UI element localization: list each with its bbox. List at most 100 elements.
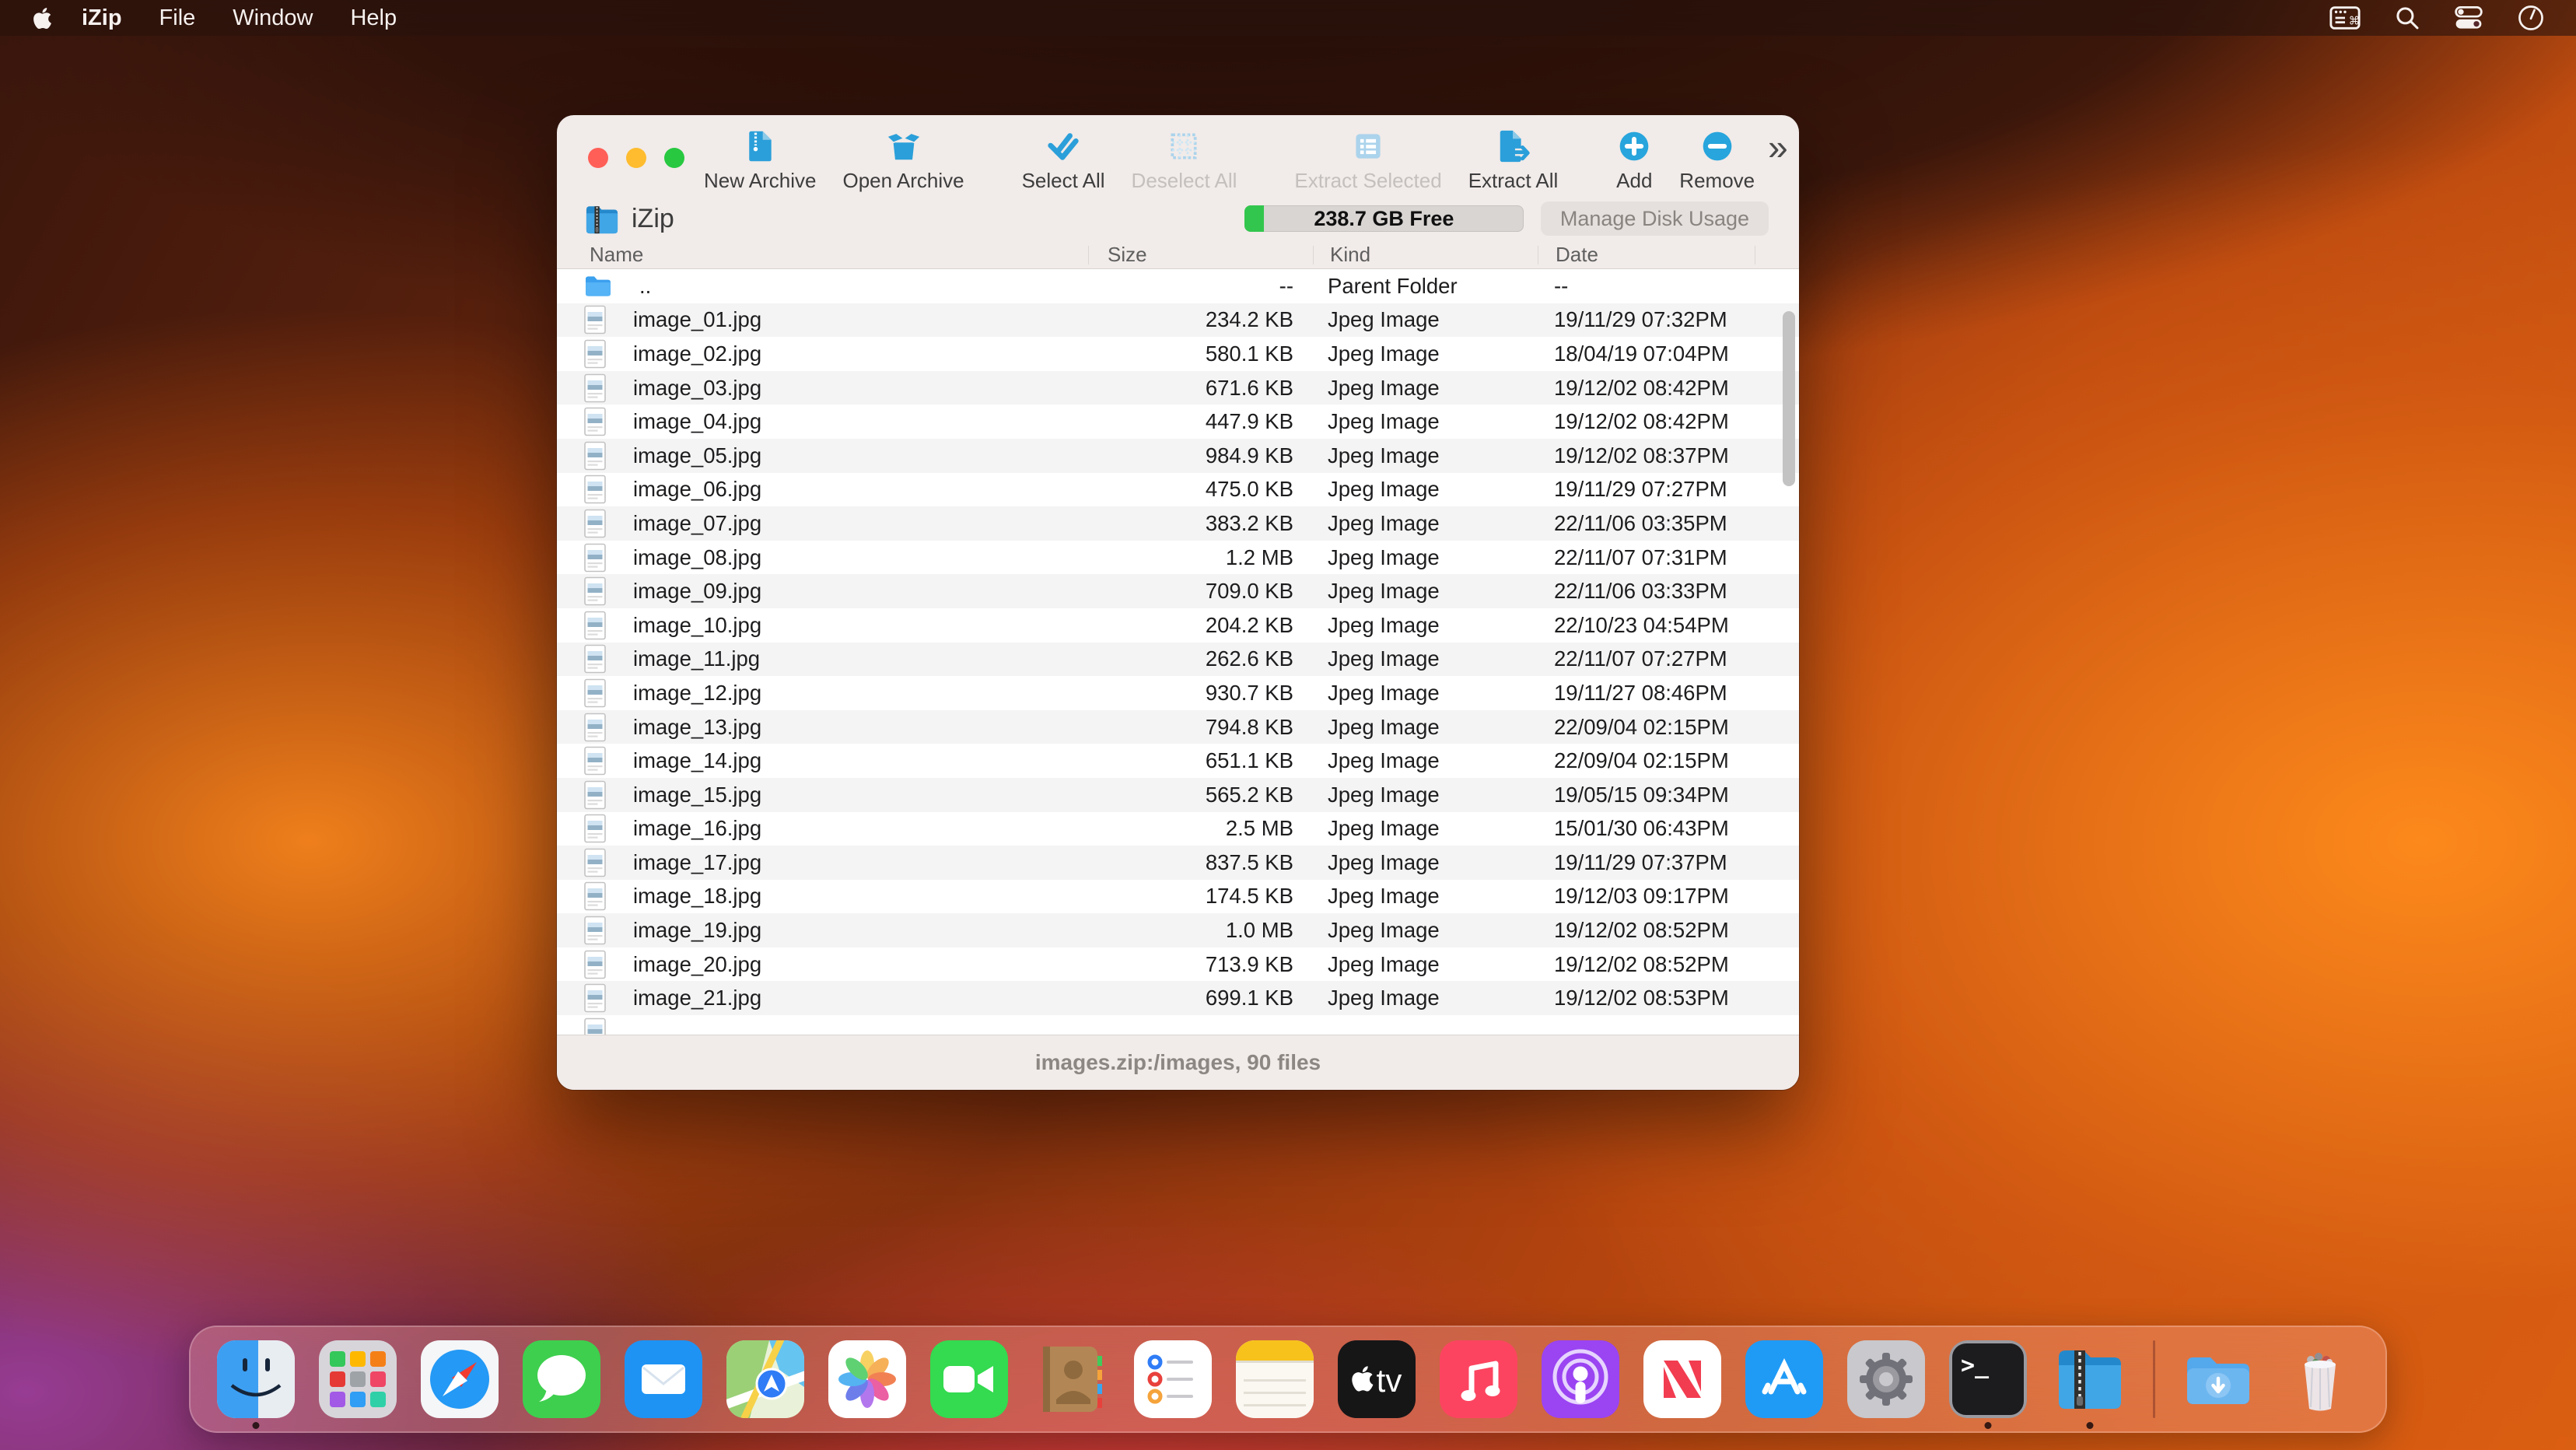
file-kind: Jpeg Image xyxy=(1313,646,1538,671)
file-name: image_03.jpg xyxy=(633,376,761,401)
file-name: image_19.jpg xyxy=(633,918,761,943)
table-row[interactable]: image_19.jpg1.0 MBJpeg Image19/12/02 08:… xyxy=(557,913,1799,947)
dock-item-music[interactable] xyxy=(1440,1340,1517,1418)
dock-item-mail[interactable] xyxy=(625,1340,702,1418)
dock-item-maps[interactable] xyxy=(726,1340,804,1418)
file-date: 19/12/02 08:52PM xyxy=(1538,918,1755,943)
dock-item-appstore[interactable] xyxy=(1745,1340,1823,1418)
image-file-icon xyxy=(583,983,607,1013)
file-name: image_11.jpg xyxy=(633,646,760,671)
table-row[interactable]: image_02.jpg580.1 KBJpeg Image18/04/19 0… xyxy=(557,337,1799,371)
minimize-button[interactable] xyxy=(626,148,646,168)
dock-item-izip[interactable] xyxy=(2051,1340,2129,1418)
file-name: image_08.jpg xyxy=(633,545,761,570)
dock-item-contacts[interactable] xyxy=(1032,1340,1110,1418)
image-file-icon xyxy=(583,780,607,810)
toolbar-overflow-button[interactable]: » xyxy=(1768,129,1788,165)
toolbar-button-new-archive[interactable]: New Archive xyxy=(691,128,830,193)
table-row[interactable]: image_18.jpg174.5 KBJpeg Image19/12/03 0… xyxy=(557,880,1799,914)
input-source-icon[interactable]: ⌘ xyxy=(2329,2,2361,34)
deselect-all-icon xyxy=(1165,128,1202,165)
menu-window[interactable]: Window xyxy=(214,5,331,30)
dock-item-appletv[interactable]: tv xyxy=(1338,1340,1416,1418)
clock-icon[interactable] xyxy=(2515,2,2546,33)
dock-item-reminders[interactable] xyxy=(1134,1340,1212,1418)
dock-item-messages[interactable] xyxy=(523,1340,600,1418)
file-list: ..--Parent Folder--image_01.jpg234.2 KBJ… xyxy=(557,269,1799,1035)
file-kind: Jpeg Image xyxy=(1313,748,1538,773)
table-header: Name Size Kind Date xyxy=(557,241,1799,269)
apple-menu-icon[interactable] xyxy=(33,6,52,30)
table-row[interactable]: image_10.jpg204.2 KBJpeg Image22/10/23 0… xyxy=(557,608,1799,643)
dock-item-finder[interactable] xyxy=(217,1340,295,1418)
safari-icon xyxy=(421,1340,499,1418)
dock-item-terminal[interactable]: >_ xyxy=(1949,1340,2027,1418)
file-date: 19/12/03 09:17PM xyxy=(1538,884,1755,909)
dock-item-photos[interactable] xyxy=(828,1340,906,1418)
dock-item-safari[interactable] xyxy=(421,1340,499,1418)
dock-item-facetime[interactable] xyxy=(930,1340,1008,1418)
image-file-icon xyxy=(583,644,607,674)
menu-help[interactable]: Help xyxy=(331,5,415,30)
toolbar-button-label: Extract Selected xyxy=(1294,169,1441,193)
table-row[interactable]: image_06.jpg475.0 KBJpeg Image19/11/29 0… xyxy=(557,473,1799,507)
dock-item-news[interactable] xyxy=(1643,1340,1721,1418)
select-all-icon xyxy=(1045,128,1082,165)
dock-item-trash[interactable] xyxy=(2281,1340,2359,1418)
close-button[interactable] xyxy=(588,148,608,168)
menu-izip[interactable]: iZip xyxy=(63,5,141,30)
menu-file[interactable]: File xyxy=(141,5,215,30)
table-row[interactable]: image_08.jpg1.2 MBJpeg Image22/11/07 07:… xyxy=(557,541,1799,575)
toolbar-button-select-all[interactable]: Select All xyxy=(1009,128,1118,193)
table-row[interactable]: image_21.jpg699.1 KBJpeg Image19/12/02 0… xyxy=(557,981,1799,1015)
file-kind: Jpeg Image xyxy=(1313,443,1538,468)
table-row[interactable]: image_14.jpg651.1 KBJpeg Image22/09/04 0… xyxy=(557,744,1799,778)
dock-item-podcasts[interactable] xyxy=(1542,1340,1619,1418)
table-row-partial[interactable] xyxy=(557,1015,1799,1035)
dock-item-launchpad[interactable] xyxy=(319,1340,397,1418)
table-row[interactable]: image_16.jpg2.5 MBJpeg Image15/01/30 06:… xyxy=(557,812,1799,846)
table-row[interactable]: image_20.jpg713.9 KBJpeg Image19/12/02 0… xyxy=(557,947,1799,982)
image-file-icon xyxy=(583,305,607,334)
table-row[interactable]: image_04.jpg447.9 KBJpeg Image19/12/02 0… xyxy=(557,405,1799,439)
table-row[interactable]: image_12.jpg930.7 KBJpeg Image19/11/27 0… xyxy=(557,676,1799,710)
file-name: image_14.jpg xyxy=(633,748,761,773)
file-kind: Jpeg Image xyxy=(1313,341,1538,366)
table-row[interactable]: image_09.jpg709.0 KBJpeg Image22/11/06 0… xyxy=(557,574,1799,608)
column-header-size[interactable]: Size xyxy=(1088,243,1313,267)
table-row[interactable]: image_05.jpg984.9 KBJpeg Image19/12/02 0… xyxy=(557,439,1799,473)
file-date: 19/11/29 07:27PM xyxy=(1538,477,1755,502)
file-kind: Jpeg Image xyxy=(1313,884,1538,909)
scrollbar-thumb[interactable] xyxy=(1783,311,1795,486)
toolbar-button-open-archive[interactable]: Open Archive xyxy=(830,128,978,193)
toolbar-button-extract-all[interactable]: Extract All xyxy=(1455,128,1572,193)
table-row-parent-folder[interactable]: ..--Parent Folder-- xyxy=(557,269,1799,303)
control-center-icon[interactable] xyxy=(2453,2,2484,33)
table-row[interactable]: image_13.jpg794.8 KBJpeg Image22/09/04 0… xyxy=(557,710,1799,744)
dock-item-downloads[interactable] xyxy=(2179,1340,2257,1418)
column-header-date[interactable]: Date xyxy=(1538,243,1755,267)
messages-icon xyxy=(523,1340,600,1418)
table-row[interactable]: image_11.jpg262.6 KBJpeg Image22/11/07 0… xyxy=(557,643,1799,677)
toolbar-button-remove[interactable]: Remove xyxy=(1666,128,1768,193)
manage-disk-usage-button[interactable]: Manage Disk Usage xyxy=(1541,201,1769,236)
image-file-icon xyxy=(583,373,607,403)
column-header-name[interactable]: Name xyxy=(557,243,1088,267)
column-header-kind[interactable]: Kind xyxy=(1313,243,1538,267)
table-row[interactable]: image_07.jpg383.2 KBJpeg Image22/11/06 0… xyxy=(557,506,1799,541)
file-size: 475.0 KB xyxy=(1088,477,1313,502)
table-row[interactable]: image_17.jpg837.5 KBJpeg Image19/11/29 0… xyxy=(557,846,1799,880)
file-date: 22/11/07 07:27PM xyxy=(1538,646,1755,671)
toolbar-button-add[interactable]: Add xyxy=(1602,128,1666,193)
dock-item-notes[interactable] xyxy=(1236,1340,1314,1418)
toolbar-button-label: Remove xyxy=(1679,169,1755,193)
zoom-button[interactable] xyxy=(664,148,684,168)
table-row[interactable]: image_01.jpg234.2 KBJpeg Image19/11/29 0… xyxy=(557,303,1799,338)
dock: tv >_ xyxy=(189,1326,2387,1433)
table-row[interactable]: image_15.jpg565.2 KBJpeg Image19/05/15 0… xyxy=(557,778,1799,812)
file-date: 22/09/04 02:15PM xyxy=(1538,715,1755,740)
spotlight-search-icon[interactable] xyxy=(2392,3,2422,33)
terminal-icon: >_ xyxy=(1949,1340,2027,1418)
dock-item-settings[interactable] xyxy=(1847,1340,1925,1418)
table-row[interactable]: image_03.jpg671.6 KBJpeg Image19/12/02 0… xyxy=(557,371,1799,405)
